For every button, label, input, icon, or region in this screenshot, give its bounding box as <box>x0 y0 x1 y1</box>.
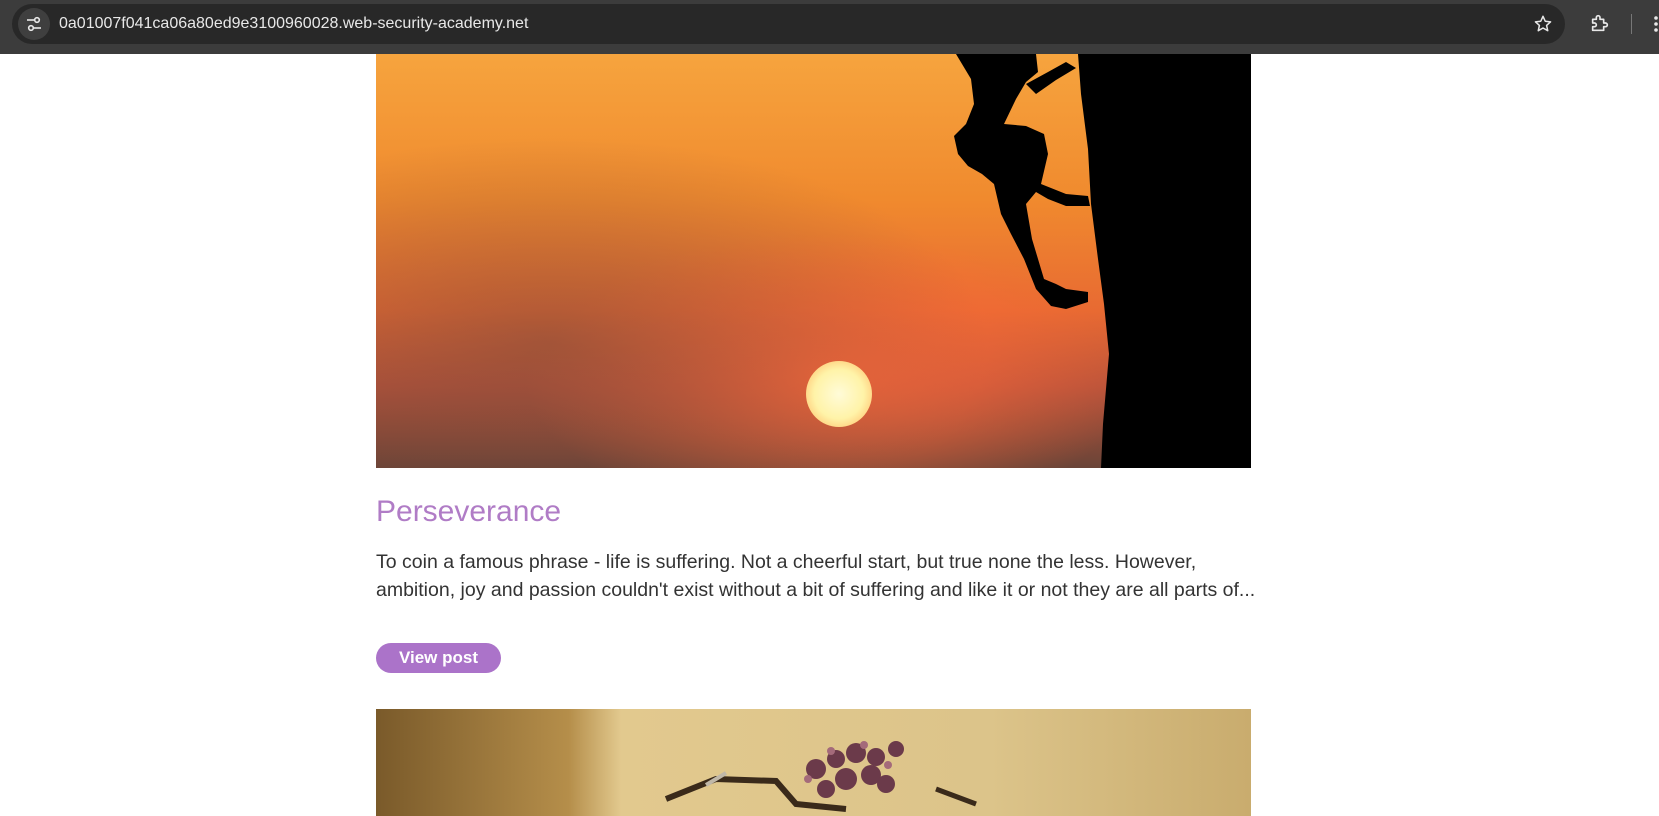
url-text[interactable]: 0a01007f041ca06a80ed9e3100960028.web-sec… <box>59 15 528 33</box>
bookmark-star-icon[interactable] <box>1533 14 1553 34</box>
menu-icon[interactable] <box>1650 14 1659 34</box>
extensions-icon[interactable] <box>1589 12 1611 34</box>
view-post-button[interactable]: View post <box>376 643 501 673</box>
post-summary: To coin a famous phrase - life is suffer… <box>376 551 1256 601</box>
address-bar[interactable]: 0a01007f041ca06a80ed9e3100960028.web-sec… <box>12 4 1565 44</box>
browser-toolbar: 0a01007f041ca06a80ed9e3100960028.web-sec… <box>0 0 1659 54</box>
sunset-climber-image <box>376 54 1251 468</box>
site-info-icon[interactable] <box>18 8 50 40</box>
toolbar-divider <box>1631 14 1632 34</box>
post-title[interactable]: Perseverance <box>376 495 561 529</box>
bicycle-flowers-image <box>376 709 1251 816</box>
